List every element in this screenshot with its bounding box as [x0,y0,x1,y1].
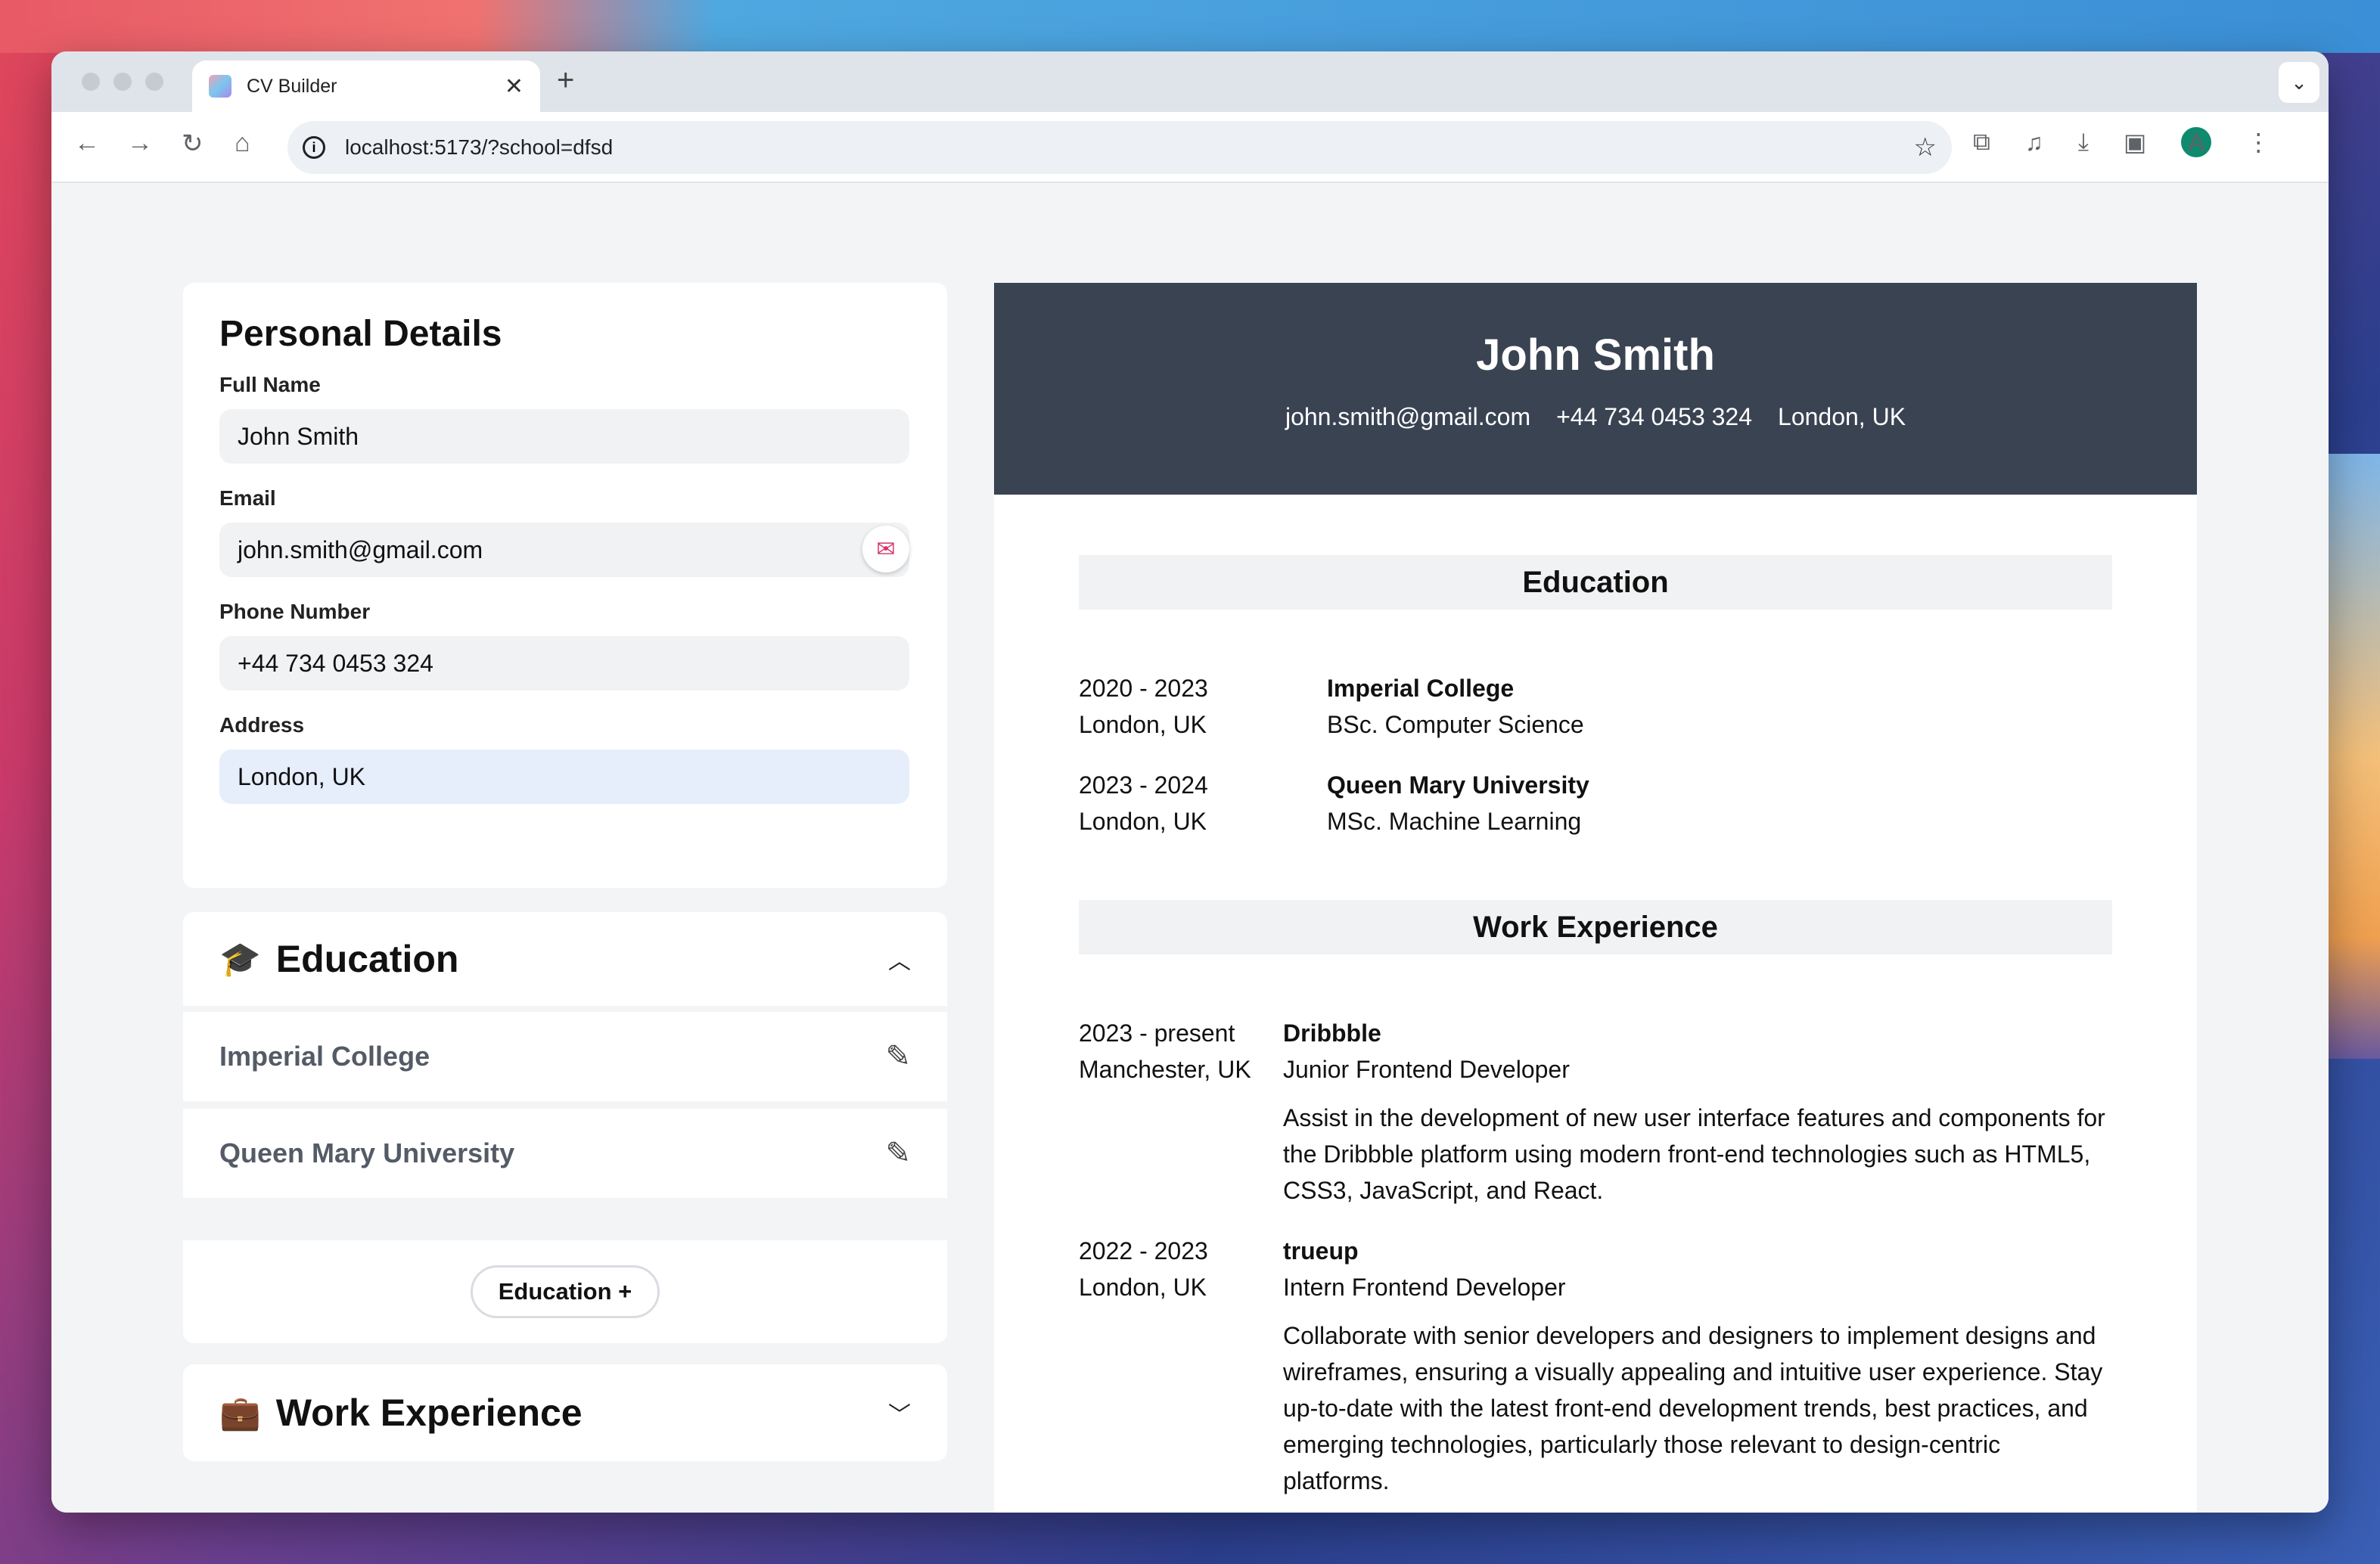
education-item[interactable]: Imperial College ✎ [183,1012,947,1101]
tab-cv-builder[interactable]: CV Builder ✕ [192,61,540,112]
toolbar-icons: ⧉ ♫ ⤓ ▣ A ⋮ [1973,127,2270,157]
cv-email: john.smith@gmail.com [1285,403,1531,430]
graduation-cap-icon: 🎓 [219,941,261,978]
cv-work-location: Manchester, UK [1079,1056,1251,1083]
close-window-button[interactable] [82,73,100,91]
cv-education-degree: MSc. Machine Learning [1327,808,1582,835]
cv-work-role: Junior Frontend Developer [1283,1056,1570,1083]
address-value: London, UK [238,762,366,790]
phone-value: +44 734 0453 324 [238,649,433,677]
reload-icon[interactable]: ↻ [182,129,204,159]
back-icon[interactable]: ← [74,129,100,158]
cv-name: John Smith [1476,330,1715,380]
full-name-value: John Smith [238,422,359,450]
address-bar[interactable]: i localhost:5173/?school=dfsd ☆ [287,121,1952,174]
cv-education-dates: 2023 - 2024 [1079,771,1208,799]
cv-education-dates: 2020 - 2023 [1079,675,1208,702]
cv-work-dates: 2023 - present [1079,1019,1235,1047]
cv-education-entry: 2023 - 2024 London, UK Queen Mary Univer… [1079,767,2112,839]
cv-work-role: Intern Frontend Developer [1283,1274,1566,1301]
education-item-name: Queen Mary University [219,1137,515,1168]
site-info-icon[interactable]: i [303,136,325,159]
cv-work-entry: 2022 - 2023 London, UK trueup Intern Fro… [1079,1233,2112,1499]
cv-education-school: Queen Mary University [1327,771,1589,799]
tab-bar: CV Builder ✕ + ⌄ [51,51,2329,112]
email-value: john.smith@gmail.com [238,535,483,563]
cv-work-entry: 2023 - present Manchester, UK Dribbble J… [1079,1015,2112,1209]
cv-education-degree: BSc. Computer Science [1327,711,1584,738]
maximize-window-button[interactable] [145,73,163,91]
briefcase-icon: 💼 [219,1395,261,1432]
bookmark-star-icon[interactable]: ☆ [1914,132,1937,163]
cv-work-company: Dribbble [1283,1019,1381,1047]
more-menu-icon[interactable]: ⋮ [2246,128,2270,157]
cv-education-entry: 2020 - 2023 London, UK Imperial College … [1079,670,2112,743]
cv-address: London, UK [1778,403,1906,430]
cv-contact-line: john.smith@gmail.com +44 734 0453 324 Lo… [994,403,2197,431]
cv-work-dates: 2022 - 2023 [1079,1237,1208,1265]
education-footer: Education + [183,1240,947,1343]
education-section-header[interactable]: 🎓 Education ︿ [183,912,947,1006]
cv-education-location: London, UK [1079,711,1207,738]
cv-education-location: London, UK [1079,808,1207,835]
browser-toolbar: ← → ↻ ⌂ i localhost:5173/?school=dfsd ☆ … [51,112,2329,183]
chevron-down-icon[interactable]: ﹀ [888,1396,911,1429]
work-experience-heading: Work Experience [275,1392,583,1434]
forward-icon[interactable]: → [127,129,153,158]
personal-details-heading: Personal Details [219,314,502,354]
download-icon[interactable]: ⤓ [2078,128,2089,157]
email-label: Email [219,486,276,510]
url-text[interactable]: localhost:5173/?school=dfsd [345,135,1914,160]
cv-work-description: Collaborate with senior developers and d… [1283,1322,2103,1494]
desktop-wallpaper-top [0,0,2380,53]
chevron-up-icon[interactable]: ︿ [888,942,911,976]
close-tab-icon[interactable]: ✕ [505,73,524,100]
edit-icon[interactable]: ✎ [885,1039,911,1074]
education-item[interactable]: Queen Mary University ✎ [183,1109,947,1198]
side-panel-icon[interactable]: ▣ [2124,128,2146,157]
address-input[interactable]: London, UK [219,749,909,804]
full-name-label: Full Name [219,373,321,396]
tab-search-chevron-icon[interactable]: ⌄ [2279,62,2319,103]
cv-work-description: Assist in the development of new user in… [1283,1104,2105,1204]
page-content: Personal Details Full Name John Smith Em… [51,183,2329,1513]
tab-title: CV Builder [247,75,337,97]
full-name-input[interactable]: John Smith [219,409,909,464]
new-tab-icon[interactable]: + [557,64,574,98]
window-controls [82,73,163,91]
home-icon[interactable]: ⌂ [235,129,250,158]
cv-phone: +44 734 0453 324 [1556,403,1753,430]
favicon-icon [209,75,231,98]
profile-avatar[interactable]: A [2181,127,2212,157]
phone-label: Phone Number [219,600,371,623]
desktop-wallpaper-right [2319,454,2380,1059]
education-heading: Education [275,938,459,980]
cv-preview: John Smith john.smith@gmail.com +44 734 … [994,283,2197,1513]
email-autofill-icon[interactable]: ✉ [862,526,909,573]
education-item-name: Imperial College [219,1041,430,1072]
address-label: Address [219,713,305,737]
personal-details-card: Personal Details Full Name John Smith Em… [183,283,947,888]
email-input[interactable]: john.smith@gmail.com ✉ [219,523,909,577]
media-controls-icon[interactable]: ♫ [2025,129,2043,157]
cv-work-title: Work Experience [1079,900,2112,954]
cv-work-company: trueup [1283,1237,1359,1265]
work-experience-section-header[interactable]: 💼 Work Experience ﹀ [183,1364,947,1461]
add-education-button[interactable]: Education + [470,1265,660,1318]
minimize-window-button[interactable] [113,73,132,91]
cv-education-title: Education [1079,555,2112,610]
phone-input[interactable]: +44 734 0453 324 [219,636,909,690]
browser-window: CV Builder ✕ + ⌄ ← → ↻ ⌂ i localhost:517… [51,51,2329,1513]
extensions-icon[interactable]: ⧉ [1973,128,1990,157]
cv-header: John Smith john.smith@gmail.com +44 734 … [994,283,2197,495]
edit-icon[interactable]: ✎ [885,1136,911,1171]
cv-work-location: London, UK [1079,1274,1207,1301]
cv-education-school: Imperial College [1327,675,1515,702]
